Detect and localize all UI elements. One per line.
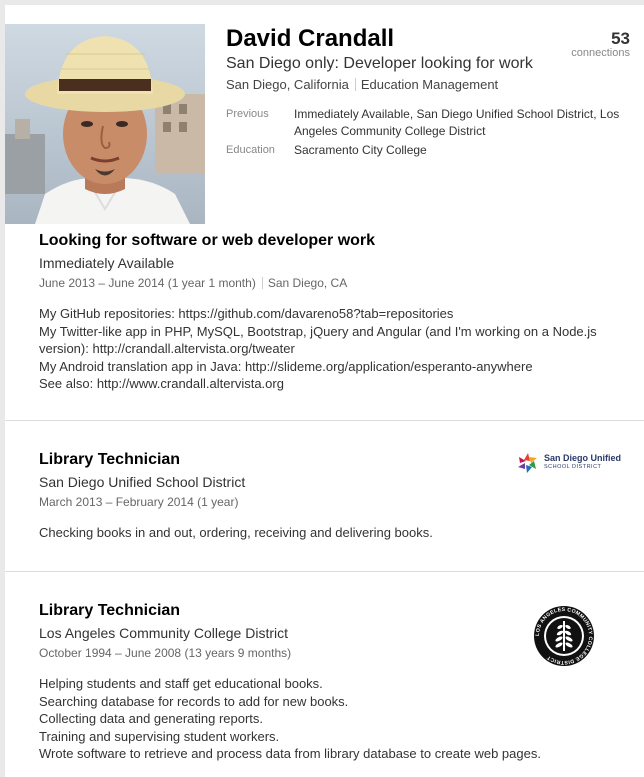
profile-industry[interactable]: Education Management [361,77,498,92]
description-line: See also: http://www.crandall.altervista… [39,376,284,391]
description-line: My Android translation app in Java: http… [39,358,533,374]
section-divider [5,420,644,421]
profile-name: David Crandall [226,25,395,52]
dates-separator [261,277,263,289]
job-title[interactable]: Looking for software or web developer wo… [39,232,375,250]
education-value[interactable]: Sacramento City College [294,142,634,159]
description-line: Helping students and staff get education… [39,676,323,691]
description-line: My Twitter-like app in PHP, MySQL, Boots… [39,323,597,339]
description-line: Searching database for records to add fo… [39,693,349,709]
profile-headline: San Diego only: Developer looking for wo… [226,55,533,72]
meta-separator [354,78,356,91]
job-dates: October 1994 – June 2008 (13 years 9 mon… [39,646,291,660]
profile-meta: San Diego, California Education Managemen… [226,77,498,92]
job-date-range: March 2013 – February 2014 (1 year) [39,495,239,509]
description-line: version): http://crandall.altervista.org… [39,341,295,356]
job-dates: June 2013 – June 2014 (1 year 1 month) Sa… [39,276,347,290]
sdusd-logo-subtext: SCHOOL DISTRICT [544,464,602,470]
job-title[interactable]: Library Technician [39,602,180,620]
sdusd-star-icon [518,453,537,473]
profile-photo-image [5,24,205,224]
description-line: Collecting data and generating reports. [39,711,264,726]
job-dates: March 2013 – February 2014 (1 year) [39,495,238,509]
job-date-range: October 1994 – June 2008 (13 years 9 mon… [39,646,292,660]
job-location: San Diego, CA [267,276,348,290]
section-divider [5,571,644,572]
previous-value[interactable]: Immediately Available, San Diego Unified… [294,106,634,140]
description-line: Checking books in and out, ordering, rec… [39,525,433,540]
connections-count[interactable]: 53 [611,29,630,49]
lacc-logo[interactable]: LOS ANGELES COMMUNITY COLLEGE DISTRICT [533,605,595,667]
job-organization[interactable]: Los Angeles Community College District [39,625,288,641]
description-line: Wrote software to retrieve and process d… [39,746,541,761]
job-description: Checking books in and out, ordering, rec… [39,524,619,542]
job-organization[interactable]: Immediately Available [39,255,174,271]
profile-page: David Crandall San Diego only: Developer… [5,5,644,777]
description-line: My GitHub repositories: https://github.c… [39,306,454,321]
job-title[interactable]: Library Technician [39,451,180,469]
sdusd-logo-text: San Diego Unified [544,453,622,463]
job-date-range: June 2013 – June 2014 (1 year 1 month) [39,276,256,290]
job-organization[interactable]: San Diego Unified School District [39,474,245,490]
education-label: Education [226,144,275,156]
previous-label: Previous [226,108,269,120]
sdusd-logo[interactable]: San Diego Unified SCHOOL DISTRICT [516,452,622,474]
job-description: My GitHub repositories: https://github.c… [39,305,619,393]
description-line: Training and supervising student workers… [39,728,280,744]
job-description: Helping students and staff get education… [39,675,619,763]
connections-label: connections [571,47,630,59]
profile-location[interactable]: San Diego, California [226,77,349,92]
profile-photo[interactable] [5,24,205,224]
lacc-seal-icon: LOS ANGELES COMMUNITY COLLEGE DISTRICT [534,606,594,666]
